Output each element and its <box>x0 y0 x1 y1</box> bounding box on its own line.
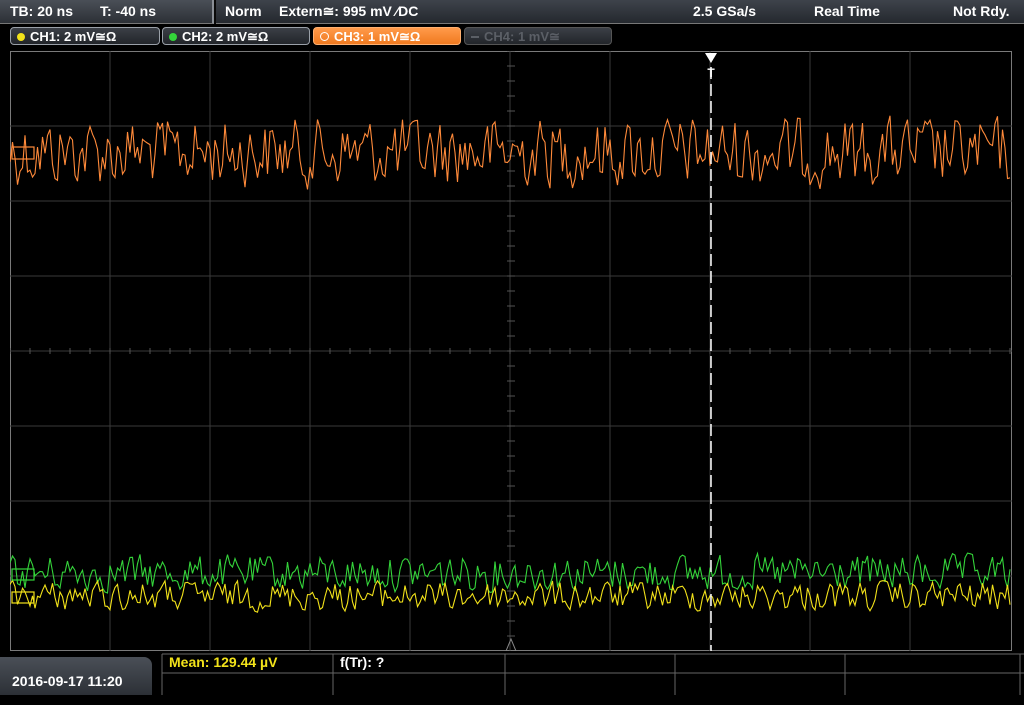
ch3-indicator-icon <box>320 32 329 41</box>
run-status-label: Not Rdy. <box>953 3 1010 19</box>
trigger-source-label[interactable]: Extern≅: 995 mV ⁄DC <box>279 0 418 23</box>
waveform-display[interactable]: T <box>10 51 1012 651</box>
ch4-indicator-icon <box>471 36 479 38</box>
frequency-measurement[interactable]: f(Tr): ? <box>340 653 384 672</box>
top-status-bar: TB: 20 ns T: -40 ns Norm Extern≅: 995 mV… <box>0 0 1024 24</box>
sample-rate-label: 2.5 GSa/s <box>693 3 757 19</box>
channel-tabs: CH1: 2 mV≅Ω CH2: 2 mV≅Ω CH3: 1 mV≅Ω CH4:… <box>0 25 1024 49</box>
ch2-indicator-icon <box>169 33 177 41</box>
graticule <box>10 51 1012 651</box>
mean-value: Mean: 129.44 µV <box>169 654 278 670</box>
ch1-label: CH1: 2 mV≅Ω <box>30 29 117 44</box>
acquisition-status-box: Norm Extern≅: 995 mV ⁄DC 2.5 GSa/s Real … <box>216 0 1024 24</box>
trigger-mode-label[interactable]: Norm <box>225 0 262 23</box>
frequency-value: f(Tr): ? <box>340 654 385 670</box>
measurement-table-lines <box>161 653 1024 695</box>
channel-tab-ch2[interactable]: CH2: 2 mV≅Ω <box>162 27 310 45</box>
ch3-label: CH3: 1 mV≅Ω <box>334 29 421 44</box>
ch4-label: CH4: 1 mV≅ <box>484 29 560 44</box>
timebase-box[interactable]: TB: 20 ns T: -40 ns <box>0 0 214 24</box>
mean-measurement[interactable]: Mean: 129.44 µV <box>169 653 277 672</box>
measurement-bar <box>0 653 1024 695</box>
channel-tab-ch1[interactable]: CH1: 2 mV≅Ω <box>10 27 160 45</box>
time-reference-icon <box>505 637 517 651</box>
acquisition-mode-label: Real Time <box>814 3 880 19</box>
datetime-display: 2016-09-17 11:20 <box>0 657 152 695</box>
channel-offset-markers <box>11 146 35 604</box>
channel-tab-ch4[interactable]: CH4: 1 mV≅ <box>464 27 612 45</box>
ch2-label: CH2: 2 mV≅Ω <box>182 29 269 44</box>
ch1-indicator-icon <box>17 33 25 41</box>
waveform-canvas: T <box>10 51 1012 651</box>
datetime-label: 2016-09-17 11:20 <box>12 673 123 689</box>
channel-tab-ch3[interactable]: CH3: 1 mV≅Ω <box>313 27 461 45</box>
trigger-marker-label: T <box>707 66 715 80</box>
trigger-arrow-icon[interactable] <box>705 53 717 63</box>
trigger-time-label[interactable]: T: -40 ns <box>100 0 156 23</box>
timebase-label[interactable]: TB: 20 ns <box>10 0 73 23</box>
